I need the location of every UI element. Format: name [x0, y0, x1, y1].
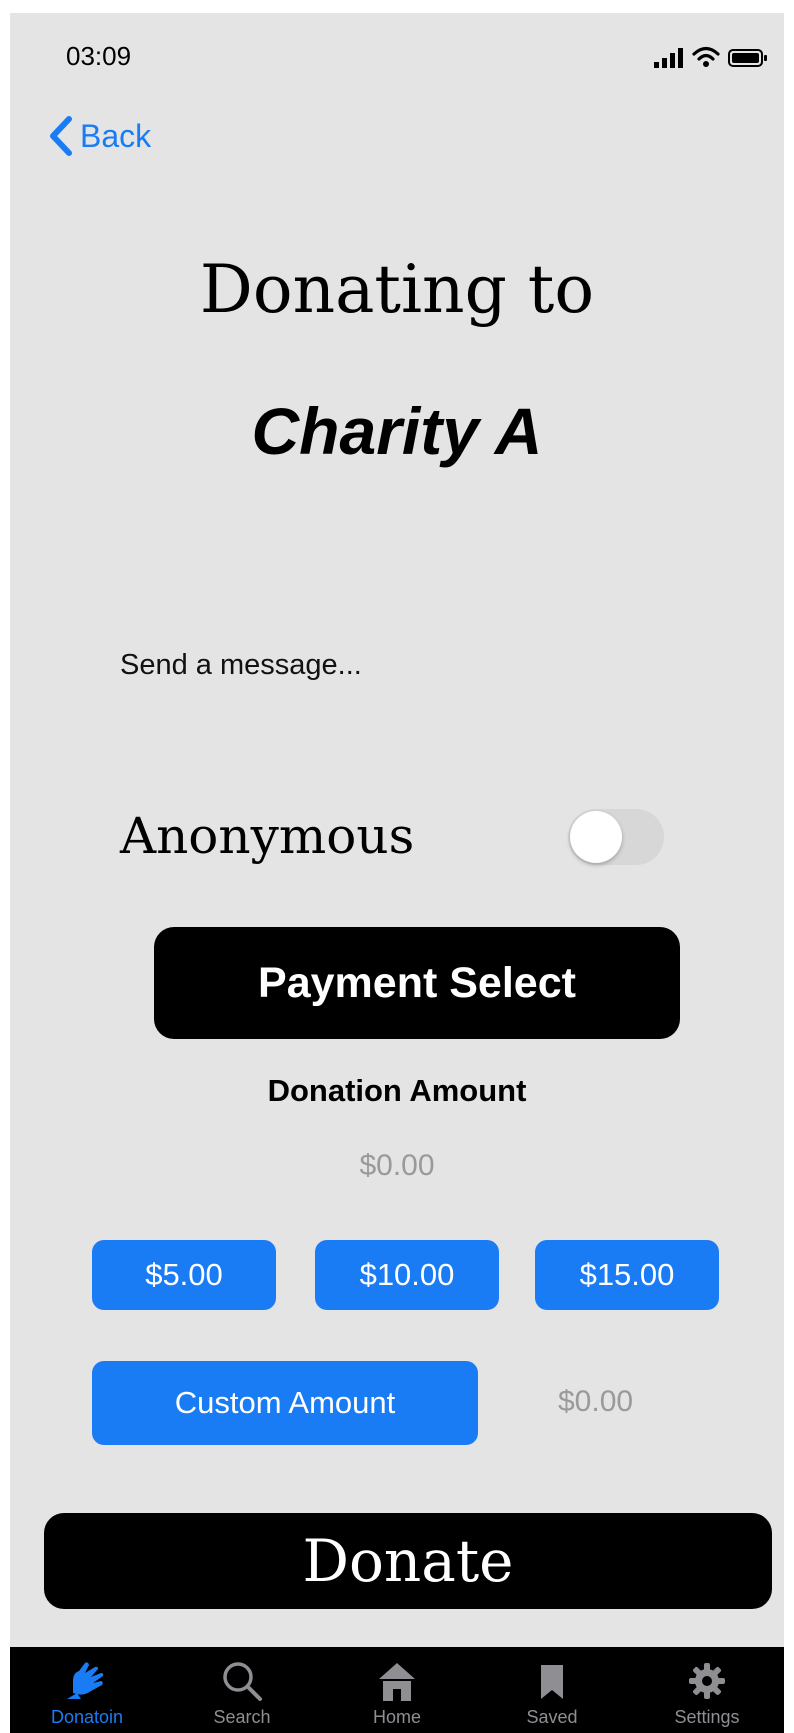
tab-home[interactable]: Home: [320, 1647, 474, 1733]
anonymous-label: Anonymous: [120, 807, 415, 865]
toggle-knob: [570, 811, 622, 863]
home-icon: [379, 1663, 415, 1701]
tab-label: Home: [372, 1707, 421, 1727]
battery-icon: [728, 49, 767, 67]
custom-amount-value: $0.00: [558, 1385, 634, 1418]
donation-amount-label: Donation Amount: [267, 1073, 527, 1108]
preset-amount-button-15[interactable]: $15.00: [535, 1240, 719, 1310]
status-icons: [654, 46, 768, 68]
tab-label: Donatoin: [50, 1707, 124, 1727]
cellular-signal-icon: [654, 48, 683, 68]
chevron-left-icon: [50, 116, 72, 156]
donate-button[interactable]: Donate: [44, 1513, 772, 1609]
page-title: Donating to: [199, 251, 595, 328]
gear-icon: [689, 1663, 725, 1699]
search-icon: [223, 1662, 262, 1701]
preset-amount-button-5[interactable]: $5.00: [92, 1240, 276, 1310]
payment-select-button[interactable]: Payment Select: [154, 927, 680, 1039]
charity-name: Charity A: [251, 394, 543, 468]
tab-bar: Donatoin Search Home Saved Settings: [10, 1647, 784, 1733]
tab-label: Search: [213, 1707, 271, 1727]
wifi-icon: [692, 46, 720, 67]
status-time: 03:09: [66, 41, 132, 71]
tab-donation[interactable]: Donatoin: [10, 1647, 164, 1733]
message-input[interactable]: Send a message...: [120, 649, 362, 682]
anonymous-toggle[interactable]: [568, 809, 664, 865]
tab-label: Saved: [526, 1707, 578, 1727]
donation-amount-value: $0.00: [359, 1149, 435, 1182]
tab-search[interactable]: Search: [165, 1647, 319, 1733]
hands-icon: [67, 1662, 104, 1699]
tab-settings[interactable]: Settings: [630, 1647, 784, 1733]
custom-amount-button[interactable]: Custom Amount: [92, 1361, 478, 1445]
bookmark-icon: [541, 1665, 563, 1699]
donation-screen: 03:09 Back Donating to Charity A Send a …: [10, 13, 784, 1733]
back-label: Back: [80, 117, 152, 154]
tab-label: Settings: [674, 1707, 740, 1727]
back-button[interactable]: Back: [48, 116, 151, 156]
tab-saved[interactable]: Saved: [475, 1647, 629, 1733]
preset-amount-button-10[interactable]: $10.00: [315, 1240, 499, 1310]
